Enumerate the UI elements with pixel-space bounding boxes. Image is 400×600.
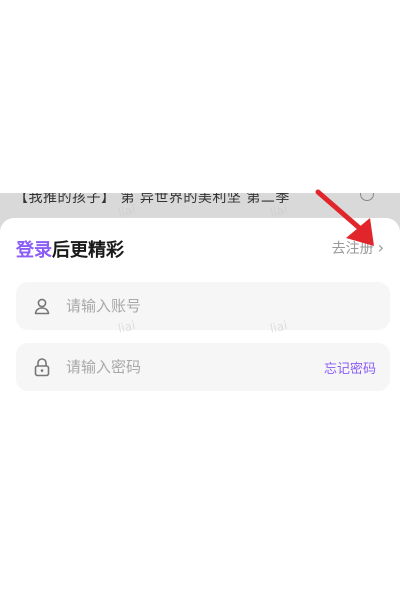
background-strip-text: 【我推的孩子】 第 异世界的美利坚 第二季 xyxy=(14,193,290,206)
password-field[interactable]: 忘记密码 xyxy=(16,343,390,391)
register-link[interactable]: 去注册 › xyxy=(332,238,384,258)
account-field[interactable] xyxy=(16,282,390,330)
register-label: 去注册 xyxy=(331,241,374,257)
password-input[interactable] xyxy=(66,358,324,376)
forgot-password-link[interactable]: 忘记密码 xyxy=(324,358,376,377)
lock-icon xyxy=(30,355,54,379)
title-rest-text: 后更精彩 xyxy=(52,240,124,261)
title-accent-text: 登录 xyxy=(16,240,52,261)
user-icon xyxy=(30,294,54,318)
login-sheet: 登录后更精彩 去注册 › 忘记密码 xyxy=(0,218,400,600)
background-circle-icon xyxy=(360,193,374,201)
account-input[interactable] xyxy=(66,297,390,315)
chevron-right-icon: › xyxy=(377,238,384,257)
sheet-title: 登录后更精彩 xyxy=(16,236,124,262)
